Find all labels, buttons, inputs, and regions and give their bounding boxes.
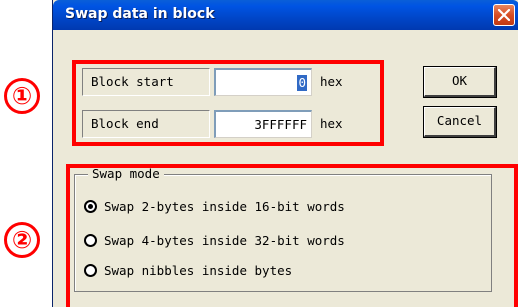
close-icon (498, 9, 510, 21)
ok-button[interactable]: OK (423, 66, 497, 98)
window-title: Swap data in block (65, 6, 215, 22)
annotation-marker-2: ② (4, 222, 40, 258)
annotation-marker-1: ① (4, 78, 40, 114)
annotation-box-1 (72, 60, 384, 146)
annotation-box-2 (66, 164, 518, 307)
title-bar: Swap data in block (53, 0, 518, 30)
cancel-button[interactable]: Cancel (423, 106, 497, 138)
close-button[interactable] (493, 4, 515, 26)
